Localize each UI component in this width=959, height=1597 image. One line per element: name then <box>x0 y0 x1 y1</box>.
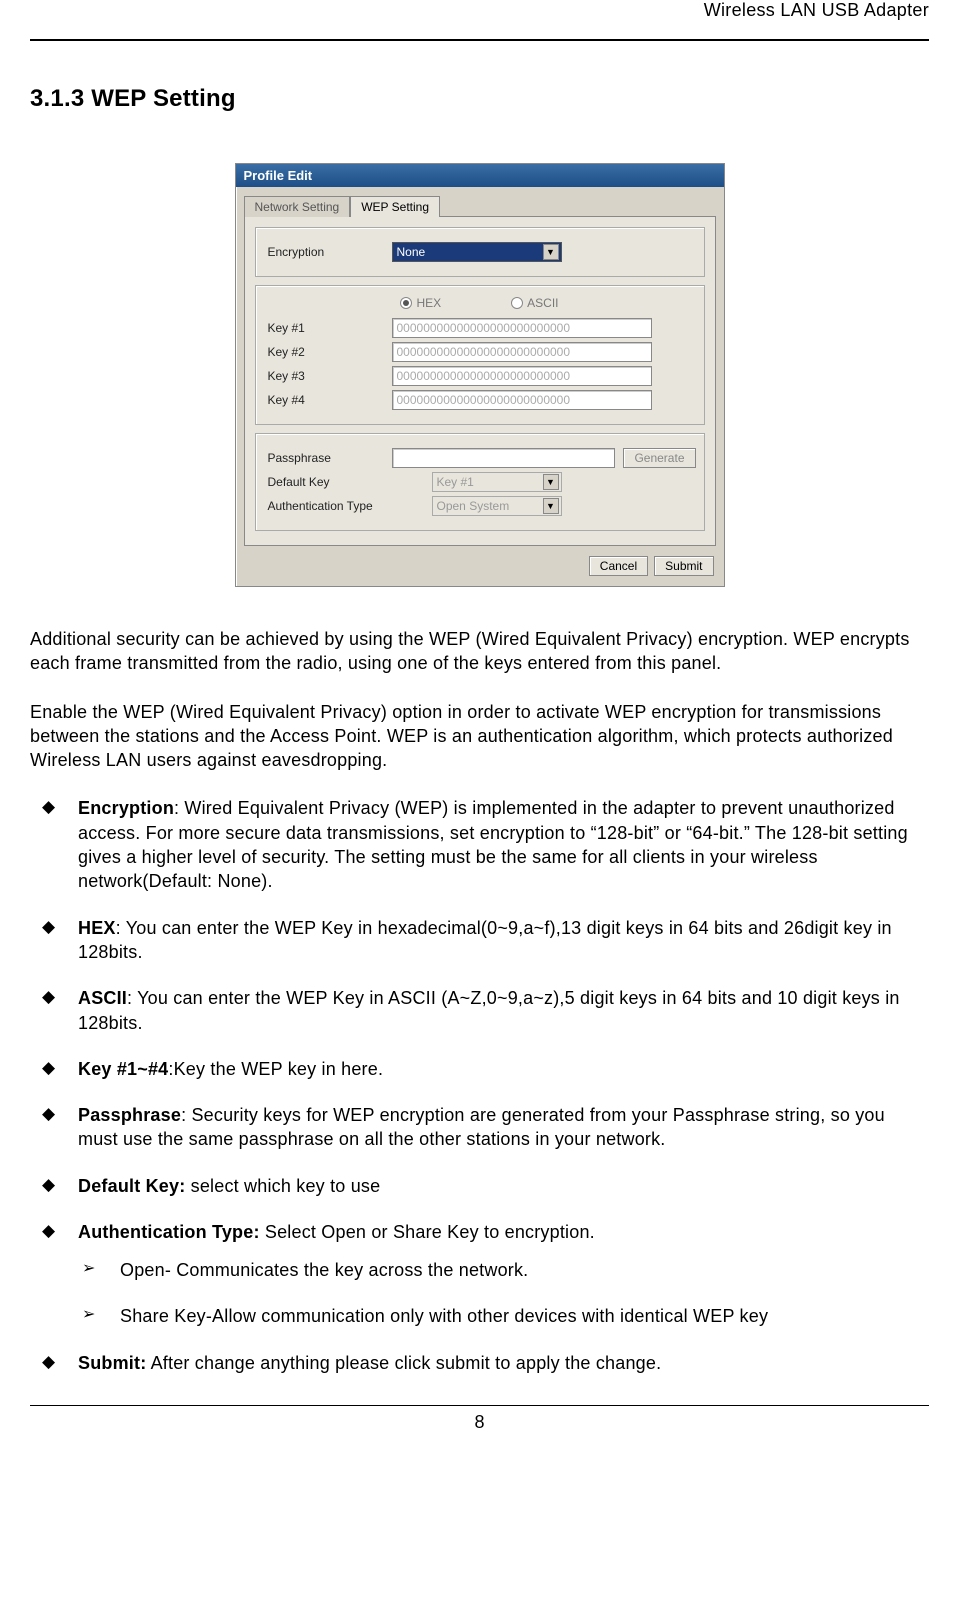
header-rule <box>30 39 929 41</box>
paragraph-2: Enable the WEP (Wired Equivalent Privacy… <box>30 700 929 773</box>
bullet-title: Passphrase <box>78 1105 181 1125</box>
encryption-value: None <box>397 245 426 259</box>
sub-item-sharekey: Share Key-Allow communication only with … <box>78 1304 929 1329</box>
tab-network-setting[interactable]: Network Setting <box>244 196 351 217</box>
radio-ascii[interactable]: ASCII <box>511 296 558 310</box>
bullet-text: Select Open or Share Key to encryption. <box>260 1222 595 1242</box>
bullet-text: After change anything please click submi… <box>146 1353 661 1373</box>
doc-title: Wireless LAN USB Adapter <box>30 0 929 25</box>
group-keys: HEX ASCII Key #1 00000000000000000000000… <box>255 285 705 425</box>
key3-input[interactable]: 00000000000000000000000000 <box>392 366 652 386</box>
chevron-down-icon[interactable]: ▼ <box>543 244 559 260</box>
list-item-hex: HEX: You can enter the WEP Key in hexade… <box>30 916 929 965</box>
page-header: Wireless LAN USB Adapter <box>30 0 929 41</box>
cancel-button[interactable]: Cancel <box>589 556 648 576</box>
chevron-down-icon[interactable]: ▼ <box>543 498 559 514</box>
bullet-text: : You can enter the WEP Key in ASCII (A~… <box>78 988 900 1032</box>
list-item-keys: Key #1~#4:Key the WEP key in here. <box>30 1057 929 1081</box>
bullet-text: select which key to use <box>185 1176 380 1196</box>
bullet-text: :Key the WEP key in here. <box>168 1059 383 1079</box>
bullet-text: : Security keys for WEP encryption are g… <box>78 1105 885 1149</box>
bullet-title: Default Key: <box>78 1176 185 1196</box>
key1-label: Key #1 <box>264 321 384 335</box>
list-item-submit: Submit: After change anything please cli… <box>30 1351 929 1375</box>
default-key-label: Default Key <box>264 475 424 489</box>
list-item-encryption: Encryption: Wired Equivalent Privacy (WE… <box>30 796 929 893</box>
dialog-button-row: Cancel Submit <box>236 552 724 586</box>
bullet-title: Encryption <box>78 798 174 818</box>
encryption-label: Encryption <box>264 245 384 259</box>
auth-sublist: Open- Communicates the key across the ne… <box>78 1258 929 1328</box>
radio-ascii-label: ASCII <box>527 296 558 310</box>
passphrase-label: Passphrase <box>264 451 384 465</box>
key2-label: Key #2 <box>264 345 384 359</box>
passphrase-input[interactable] <box>392 448 616 468</box>
key3-label: Key #3 <box>264 369 384 383</box>
submit-button[interactable]: Submit <box>654 556 713 576</box>
page-number: 8 <box>30 1405 929 1433</box>
auth-type-label: Authentication Type <box>264 499 424 513</box>
radio-hex-icon <box>400 297 412 309</box>
key4-input[interactable]: 00000000000000000000000000 <box>392 390 652 410</box>
group-options: Passphrase Generate Default Key Key #1 ▼… <box>255 433 705 531</box>
auth-type-dropdown[interactable]: Open System ▼ <box>432 496 562 516</box>
radio-hex-label: HEX <box>416 296 441 310</box>
section-heading: 3.1.3 WEP Setting <box>30 85 929 113</box>
bullet-text: : Wired Equivalent Privacy (WEP) is impl… <box>78 798 908 891</box>
bullet-title: ASCII <box>78 988 127 1008</box>
list-item-auth: Authentication Type: Select Open or Shar… <box>30 1220 929 1329</box>
bullet-title: Authentication Type: <box>78 1222 260 1242</box>
auth-type-value: Open System <box>437 499 510 513</box>
encryption-dropdown[interactable]: None ▼ <box>392 242 562 262</box>
bullet-title: Key #1~#4 <box>78 1059 168 1079</box>
list-item-ascii: ASCII: You can enter the WEP Key in ASCI… <box>30 986 929 1035</box>
profile-edit-dialog: Profile Edit Network Setting WEP Setting… <box>235 163 725 587</box>
sub-item-open: Open- Communicates the key across the ne… <box>78 1258 929 1283</box>
bullet-text: : You can enter the WEP Key in hexadecim… <box>78 918 892 962</box>
dialog-figure: Profile Edit Network Setting WEP Setting… <box>30 163 929 587</box>
dialog-panel: Encryption None ▼ HEX ASCII <box>244 216 716 546</box>
list-item-passphrase: Passphrase: Security keys for WEP encryp… <box>30 1103 929 1152</box>
bullet-title: Submit: <box>78 1353 146 1373</box>
chevron-down-icon[interactable]: ▼ <box>543 474 559 490</box>
key2-input[interactable]: 00000000000000000000000000 <box>392 342 652 362</box>
generate-button[interactable]: Generate <box>623 448 695 468</box>
default-key-dropdown[interactable]: Key #1 ▼ <box>432 472 562 492</box>
dialog-titlebar: Profile Edit <box>236 164 724 187</box>
radio-hex[interactable]: HEX <box>400 296 441 310</box>
feature-list: Encryption: Wired Equivalent Privacy (WE… <box>30 796 929 1375</box>
list-item-default-key: Default Key: select which key to use <box>30 1174 929 1198</box>
key4-label: Key #4 <box>264 393 384 407</box>
tabstrip: Network Setting WEP Setting <box>236 187 724 216</box>
radio-ascii-icon <box>511 297 523 309</box>
default-key-value: Key #1 <box>437 475 474 489</box>
group-encryption: Encryption None ▼ <box>255 227 705 277</box>
paragraph-1: Additional security can be achieved by u… <box>30 627 929 676</box>
bullet-title: HEX <box>78 918 116 938</box>
key1-input[interactable]: 00000000000000000000000000 <box>392 318 652 338</box>
tab-wep-setting[interactable]: WEP Setting <box>350 196 440 217</box>
